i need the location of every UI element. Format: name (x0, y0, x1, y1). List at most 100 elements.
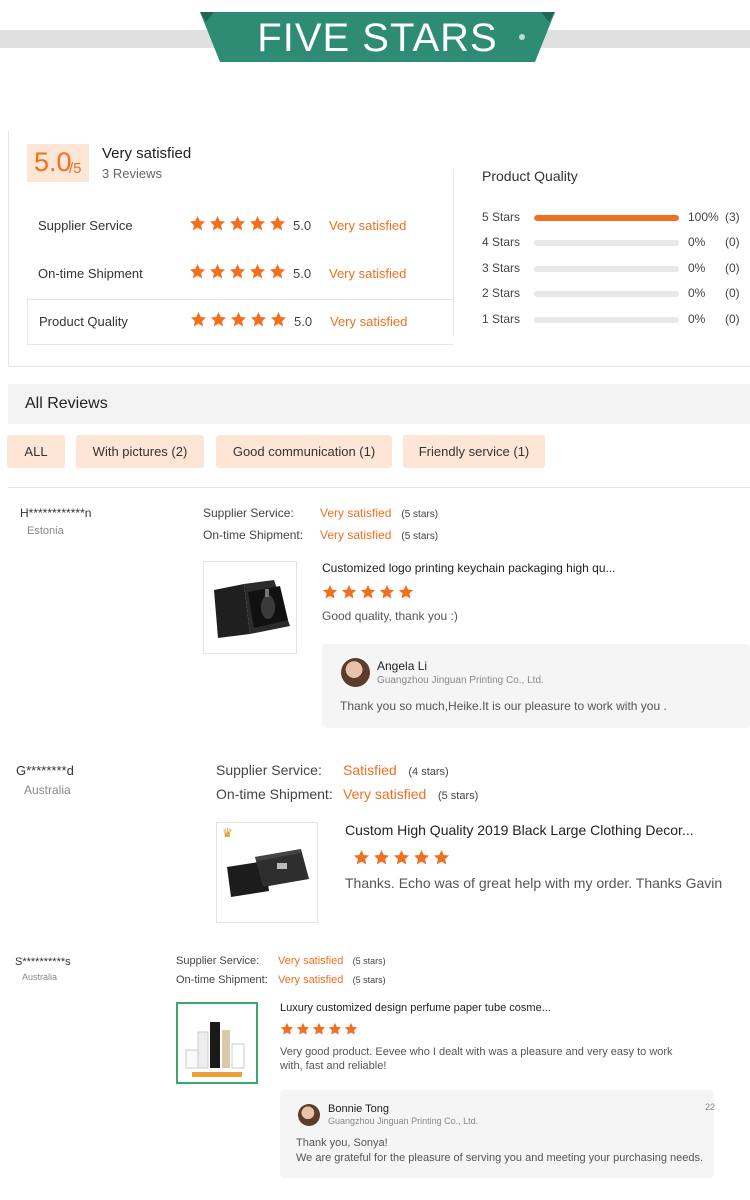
star-icon (230, 311, 247, 328)
star-icon (341, 584, 357, 600)
supplier-service-stars: (4 stars) (408, 766, 449, 778)
supplier-service-label: Supplier Service: (203, 506, 294, 520)
summary-divider (453, 169, 454, 337)
star-icon (312, 1022, 326, 1036)
reply-company: Guangzhou Jinguan Printing Co., Ltd. (328, 1116, 479, 1126)
distribution-percent: 100% (688, 210, 719, 224)
avatar (298, 1104, 320, 1126)
star-icon (296, 1022, 310, 1036)
star-icon (433, 849, 450, 866)
distribution-row-2[interactable]: 2 Stars 0% (0) (482, 284, 750, 304)
supplier-service-label: Supplier Service: (176, 955, 260, 967)
star-icon (353, 849, 370, 866)
distribution-bar (534, 215, 679, 221)
distribution-row-4[interactable]: 4 Stars 0% (0) (482, 233, 750, 253)
filter-with-pictures[interactable]: With pictures (2) (76, 435, 204, 468)
metric-label: Product Quality (39, 314, 128, 329)
metric-stars (189, 215, 289, 237)
distribution-row-5[interactable]: 5 Stars 100% (3) (482, 208, 750, 228)
shipment-stars: (5 stars) (401, 531, 439, 542)
all-reviews-title: All Reviews (25, 395, 108, 412)
rating-summary: 5.0 /5 Very satisfied 3 Reviews Supplier… (8, 131, 750, 367)
star-icon (413, 849, 430, 866)
perfume-box-image (185, 1022, 245, 1077)
reviewer-country: Estonia (27, 525, 64, 537)
star-icon (280, 1022, 294, 1036)
product-title[interactable]: Custom High Quality 2019 Black Large Clo… (345, 822, 694, 838)
supplier-service-value: Very satisfied (278, 955, 344, 967)
product-thumbnail[interactable] (176, 1002, 258, 1084)
shipment-line: On-time Shipment: Very satisfied (5 stars… (216, 786, 478, 802)
star-icon (270, 311, 287, 328)
star-icon (379, 584, 395, 600)
summary-title: Very satisfied (102, 145, 192, 162)
distribution-bar (534, 291, 679, 297)
shipment-value: Very satisfied (320, 528, 392, 542)
distribution-count: (0) (725, 261, 740, 275)
supplier-service-stars: (5 stars) (401, 509, 439, 520)
star-icon (209, 215, 226, 232)
product-thumbnail[interactable]: ♛ (216, 822, 318, 923)
reviews-separator (8, 487, 750, 488)
metric-row-on-time-shipment[interactable]: On-time Shipment 5.0 Very satisfied (27, 252, 453, 298)
product-thumbnail[interactable] (203, 561, 297, 654)
review-comment: Good quality, thank you :) (322, 609, 458, 623)
filter-friendly-service[interactable]: Friendly service (1) (403, 435, 545, 468)
five-stars-banner: FIVE STARS (200, 12, 555, 62)
metric-score: 5.0 (293, 218, 312, 233)
reviewer-name: H************n (20, 506, 92, 520)
reviewer-name: G********d (16, 763, 74, 778)
distribution-title: Product Quality (482, 168, 578, 184)
shipment-stars: (5 stars) (352, 975, 386, 985)
star-icon (249, 215, 266, 232)
black-box-image (214, 580, 290, 638)
star-icon (398, 584, 414, 600)
distribution-count: (3) (725, 210, 740, 224)
supplier-reply: Bonnie Tong Guangzhou Jinguan Printing C… (280, 1090, 715, 1178)
product-title[interactable]: Customized logo printing keychain packag… (322, 561, 616, 575)
distribution-row-1[interactable]: 1 Stars 0% (0) (482, 310, 750, 330)
shipment-label: On-time Shipment: (203, 528, 304, 542)
metric-stars (190, 311, 290, 333)
review-count: 3 Reviews (102, 166, 162, 181)
shipment-line: On-time Shipment: Very satisfied (5 stars… (203, 528, 438, 542)
metric-text: Very satisfied (329, 266, 407, 281)
metric-score: 5.0 (294, 314, 313, 329)
star-icon (210, 311, 227, 328)
star-icon (189, 263, 206, 280)
shipment-value: Very satisfied (278, 974, 344, 986)
star-icon (322, 584, 338, 600)
product-title[interactable]: Luxury customized design perfume paper t… (280, 1002, 551, 1014)
star-icon (393, 849, 410, 866)
filter-good-communication[interactable]: Good communication (1) (216, 435, 392, 468)
distribution-bar (534, 317, 679, 323)
filter-all[interactable]: ALL (7, 435, 65, 468)
star-icon (229, 263, 246, 280)
star-icon (328, 1022, 342, 1036)
supplier-service-line: Supplier Service: Very satisfied (5 stars… (176, 955, 386, 967)
star-icon (269, 263, 286, 280)
distribution-label: 2 Stars (482, 286, 521, 300)
distribution-label: 4 Stars (482, 235, 521, 249)
distribution-bar (534, 266, 679, 272)
star-icon (209, 263, 226, 280)
score-out-of: /5 (69, 160, 82, 177)
metric-score: 5.0 (293, 266, 312, 281)
distribution-percent: 0% (688, 286, 706, 300)
reply-text-line-2: We are grateful for the pleasure of serv… (296, 1152, 704, 1164)
distribution-label: 3 Stars (482, 261, 521, 275)
star-icon (250, 311, 267, 328)
star-icon (189, 215, 206, 232)
distribution-bar (534, 240, 679, 246)
reply-name: Bonnie Tong (328, 1103, 389, 1115)
metric-row-product-quality[interactable]: Product Quality 5.0 Very satisfied (27, 299, 453, 345)
distribution-count: (0) (725, 235, 740, 249)
supplier-service-value: Satisfied (343, 762, 397, 778)
banner-title: FIVE STARS (257, 16, 498, 60)
distribution-count: (0) (725, 286, 740, 300)
distribution-row-3[interactable]: 3 Stars 0% (0) (482, 259, 750, 279)
metric-row-supplier-service[interactable]: Supplier Service 5.0 Very satisfied (27, 204, 453, 250)
shipment-label: On-time Shipment: (216, 786, 333, 802)
supplier-service-value: Very satisfied (320, 506, 392, 520)
star-icon (229, 215, 246, 232)
